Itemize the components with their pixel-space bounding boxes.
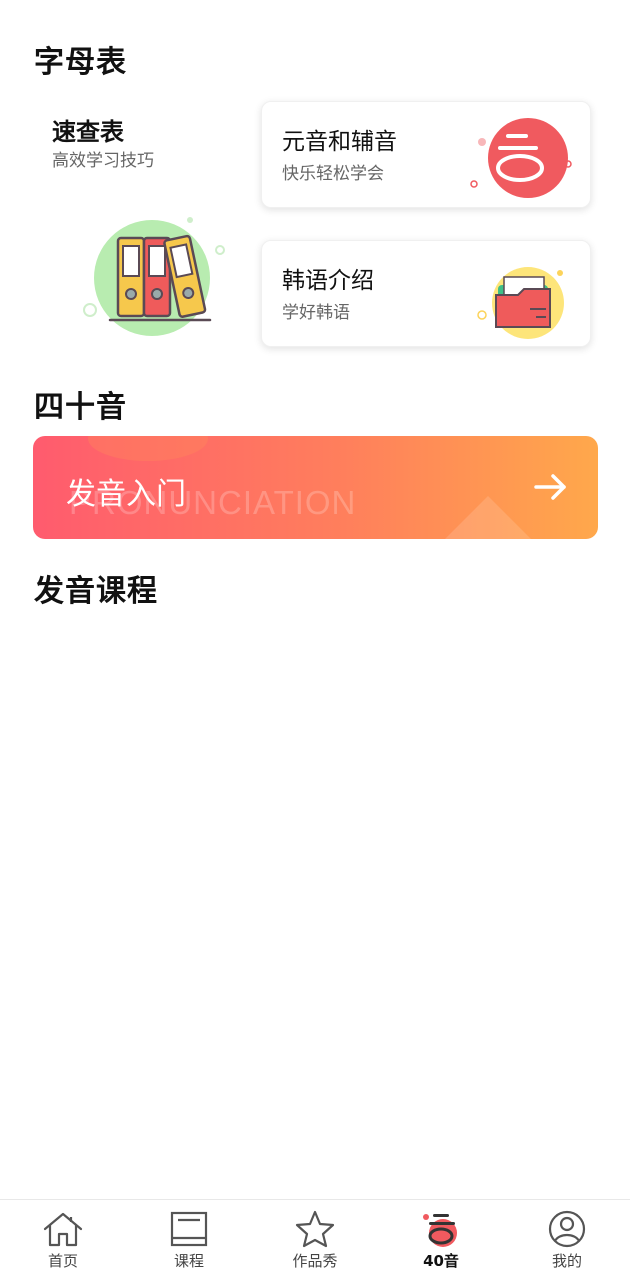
home-icon <box>43 1212 83 1247</box>
quick-reference-card[interactable]: 速查表 高效学习技巧 <box>34 100 249 350</box>
quick-reference-subtitle: 高效学习技巧 <box>52 151 154 171</box>
banner-title: 发音入门 <box>66 477 186 512</box>
quick-reference-title: 速查表 <box>52 118 124 146</box>
card-subtitle: 学好韩语 <box>282 303 350 323</box>
folder-icon <box>477 267 564 339</box>
binders-illustration <box>83 217 225 336</box>
nav-label: 作品秀 <box>292 1252 338 1270</box>
nav-item-courses[interactable]: 课程 <box>126 1200 252 1280</box>
nav-label: 课程 <box>173 1252 204 1270</box>
star-icon <box>295 1210 335 1248</box>
nav-item-forty-sounds[interactable]: 40音 <box>378 1200 504 1280</box>
section-title-pronunciation-course: 发音课程 <box>34 574 158 609</box>
card-korean-intro[interactable]: 韩语介绍 学好韩语 <box>261 240 591 347</box>
hangul-icon <box>470 118 572 198</box>
nav-label: 首页 <box>47 1252 78 1270</box>
nav-item-profile[interactable]: 我的 <box>504 1200 630 1280</box>
hangul-icon <box>423 1214 457 1247</box>
bottom-navigation: 首页 课程 作品秀 40音 我的 <box>0 1199 630 1280</box>
section-title-alphabet: 字母表 <box>34 45 127 80</box>
card-vowels-consonants[interactable]: 元音和辅音 快乐轻松学会 <box>261 101 591 208</box>
book-icon <box>170 1211 208 1247</box>
nav-item-showcase[interactable]: 作品秀 <box>252 1200 378 1280</box>
nav-label: 40音 <box>423 1252 459 1270</box>
arrow-right-icon <box>534 474 566 500</box>
card-title: 韩语介绍 <box>282 268 374 294</box>
card-title: 元音和辅音 <box>282 129 397 155</box>
nav-label: 我的 <box>551 1252 582 1270</box>
pronunciation-intro-banner[interactable]: PRONUNCIATION 发音入门 <box>33 436 598 539</box>
banner-triangle-decoration <box>443 496 533 539</box>
section-title-forty-sounds: 四十音 <box>34 390 127 425</box>
card-subtitle: 快乐轻松学会 <box>282 164 384 184</box>
profile-icon <box>548 1210 586 1248</box>
nav-item-home[interactable]: 首页 <box>0 1200 126 1280</box>
banner-decoration <box>88 436 208 461</box>
